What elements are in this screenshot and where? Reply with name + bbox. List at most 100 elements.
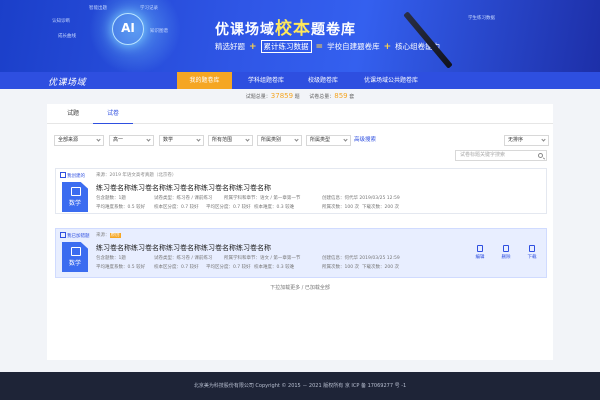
filter-bar: 全部来源 高一 数学 所有范围 所属类别 所属类型 高级搜索 无排序 (54, 135, 549, 147)
tab-papers[interactable]: 试卷 (93, 104, 133, 124)
select-value: 无排序 (508, 137, 524, 143)
select-value: 所有范围 (212, 137, 233, 143)
download-icon (529, 245, 535, 252)
select-value: 所属类别 (261, 137, 282, 143)
select-value: 全部来源 (58, 137, 79, 143)
subject-thumbnail: 数学 (62, 242, 88, 272)
headline-highlight: 校本 (275, 19, 311, 39)
meta-item: 平均难度系数：0.5 较好 (96, 265, 146, 270)
download-button[interactable]: 下载 (524, 245, 540, 260)
banner-float-label: 智能出题 (89, 6, 107, 11)
category-select[interactable]: 所属类别 (257, 135, 302, 146)
slogan-term: 学校自建题卷库 (327, 42, 380, 51)
nav-item-my-library[interactable]: 我的题卷库 (177, 72, 232, 89)
source-badge: 原创 (109, 233, 121, 238)
chevron-down-icon (541, 137, 546, 142)
chevron-down-icon (343, 137, 348, 142)
site-footer: 北京美为科技股份有限公司 Copyright © 2015 － 2021 版权所… (0, 372, 600, 400)
chevron-down-icon (294, 137, 299, 142)
slogan-term: 累计练习数据 (260, 40, 312, 53)
meta-item: 平均区分度：0.7 较好 (206, 265, 251, 270)
meta-row: 平均难度系数：0.5 较好 校本区分度：0.7 较好 平均区分度：0.7 较好 校本难… (96, 204, 399, 210)
slogan-operator: + (249, 41, 257, 52)
action-label: 编辑 (475, 255, 485, 260)
meta-item: 平均区分度：0.7 较好 (206, 205, 251, 210)
banner-float-label: 知识图谱 (150, 29, 168, 34)
questions-unit: 题 (294, 94, 300, 100)
nav-item-public-library[interactable]: 优课场域公共题卷库 (350, 72, 432, 89)
paper-card[interactable]: 我已加错题 来源：原创 数学 练习卷名称练习卷名称练习卷名称练习卷名称练习卷名称… (55, 228, 547, 278)
meta-item: 所属次数：100 次 (322, 265, 360, 270)
meta-item: 包含题数：1题 (96, 196, 126, 201)
papers-total-label: 试卷总量： (309, 94, 335, 100)
meta-item: 试卷类型：练习卷 / 课前练习 (154, 196, 213, 201)
paper-card[interactable]: 我创建的 来源：2019 年语文高考真题（北京卷） 数学 练习卷名称练习卷名称练… (55, 168, 547, 214)
search-icon[interactable] (538, 152, 543, 158)
banner-float-label: 成长曲线 (58, 34, 76, 39)
nav-item-school-library[interactable]: 校级题卷库 (298, 72, 348, 89)
card-source: 来源：原创 (96, 232, 121, 238)
meta-item: 所属次数：100 次 (322, 205, 360, 210)
banner-float-label: 学习记录 (140, 6, 158, 11)
site-logo[interactable]: 优课场域 (48, 75, 86, 88)
paper-title[interactable]: 练习卷名称练习卷名称练习卷名称练习卷名称练习卷名称 (96, 183, 271, 193)
select-value: 高一 (113, 137, 124, 143)
tab-questions[interactable]: 试题 (53, 104, 93, 124)
headline-part: 题卷库 (311, 22, 356, 38)
chevron-down-icon (245, 137, 250, 142)
load-more-hint[interactable]: 下拉加载更多 / 已加载全部 (47, 284, 553, 291)
tab-bar: 试题 试卷 (47, 104, 553, 124)
delete-button[interactable]: 删除 (498, 245, 514, 260)
card-tag: 我已加错题 (60, 232, 90, 239)
action-label: 删除 (501, 255, 511, 260)
grade-select[interactable]: 高一 (109, 135, 154, 146)
meta-row: 包含题数：1题 试卷类型：练习卷 / 课前练习 所属学科和章节：语文 / 第一章第一… (96, 195, 400, 201)
scope-select[interactable]: 所有范围 (208, 135, 253, 146)
edit-icon (477, 245, 483, 252)
source-select[interactable]: 全部来源 (54, 135, 104, 146)
source-label: 来源： (96, 233, 110, 238)
slogan-operator: = (315, 41, 324, 52)
type-select[interactable]: 所属类型 (306, 135, 351, 146)
nav-item-subject-library[interactable]: 学科组题卷库 (236, 72, 296, 89)
slogan-term: 精选好题 (215, 42, 245, 51)
chevron-down-icon (96, 137, 101, 142)
meta-row: 包含题数：1题 试卷类型：练习卷 / 课前练习 所属学科和章节：语文 / 第一章第一… (96, 255, 400, 261)
search-placeholder: 试卷标题关键字搜索 (460, 152, 506, 158)
subject-thumbnail: 数学 (62, 182, 88, 212)
meta-item: 包含题数：1题 (96, 256, 126, 261)
advanced-search-link[interactable]: 高级搜索 (354, 135, 376, 146)
meta-item: 试卷类型：练习卷 / 课前练习 (154, 256, 213, 261)
paper-search-input[interactable]: 试卷标题关键字搜索 (455, 150, 547, 161)
chevron-down-icon (146, 137, 151, 142)
headline-part: 优课场域 (215, 22, 275, 38)
hero-banner: AI 认知诊断 智能出题 学习记录 成长曲线 知识图谱 学生练习数据 优课场域校… (0, 0, 600, 72)
meta-item: 所属学科和章节：语文 / 第一章第一节 (224, 256, 301, 261)
questions-total: 37859 (270, 92, 294, 100)
action-label: 下载 (527, 255, 537, 260)
subject-select[interactable]: 数学 (159, 135, 204, 146)
main-nav: 优课场域 我的题卷库 学科组题卷库 校级题卷库 优课场域公共题卷库 (0, 72, 600, 89)
trash-icon (503, 245, 509, 252)
edit-button[interactable]: 编辑 (472, 245, 488, 260)
library-stats: 试题总量：37859 题 试卷总量：859 套 (0, 92, 600, 100)
select-value: 所属类型 (310, 137, 331, 143)
meta-item: 创建信息：何代华 2019/03/25 12:59 (322, 196, 400, 201)
select-value: 数学 (163, 137, 174, 143)
meta-item: 校本区分度：0.7 较好 (154, 205, 199, 210)
meta-item: 下载次数：200 次 (362, 205, 400, 210)
card-actions: 编辑 删除 下载 (472, 245, 540, 260)
banner-slogan: 精选好题 + 累计练习数据 = 学校自建题卷库 + 核心组卷能力 (215, 40, 440, 53)
meta-item: 校本难度：0.3 较难 (254, 265, 295, 270)
paper-title[interactable]: 练习卷名称练习卷名称练习卷名称练习卷名称练习卷名称 (96, 243, 271, 253)
meta-row: 平均难度系数：0.5 较好 校本区分度：0.7 较好 平均区分度：0.7 较好 校本难… (96, 264, 399, 270)
questions-total-label: 试题总量： (245, 94, 271, 100)
meta-item: 所属学科和章节：语文 / 第一章第一节 (224, 196, 301, 201)
meta-item: 校本区分度：0.7 较好 (154, 265, 199, 270)
banner-float-label: 学生练习数据 (468, 16, 495, 21)
meta-item: 平均难度系数：0.5 较好 (96, 205, 146, 210)
chevron-down-icon (196, 137, 201, 142)
sort-select[interactable]: 无排序 (504, 135, 549, 146)
card-tag: 我创建的 (60, 172, 85, 179)
card-source: 来源：2019 年语文高考真题（北京卷） (96, 173, 177, 178)
